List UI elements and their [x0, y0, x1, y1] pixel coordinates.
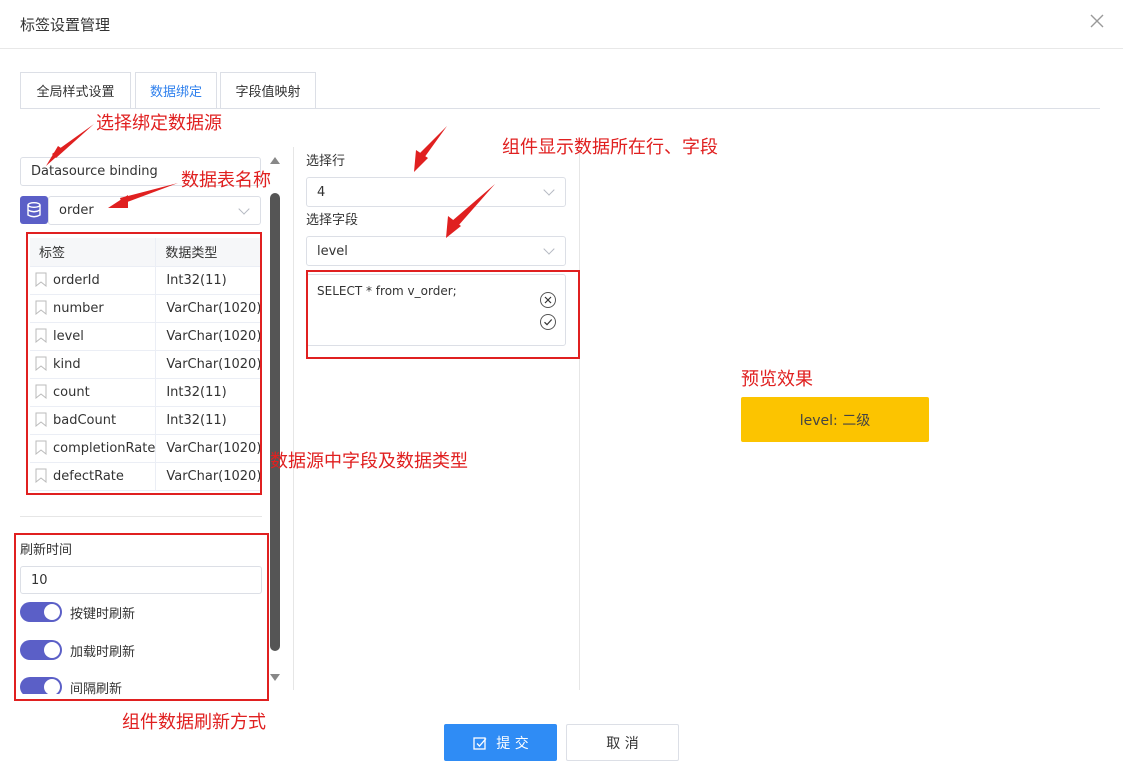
cancel-button[interactable]: 取 消: [566, 724, 679, 761]
cancel-label: 取 消: [606, 735, 639, 752]
edit-check-icon: [473, 736, 487, 750]
annotation-preview-effect: 预览效果: [741, 369, 813, 390]
annotation-refresh-mode: 组件数据刷新方式: [122, 712, 266, 733]
submit-label: 提 交: [496, 735, 529, 752]
annotation-arrow-row: [419, 126, 447, 158]
annotation-arrow-field: [452, 184, 495, 226]
annotation-arrow-datasource-head: [46, 146, 64, 166]
submit-button[interactable]: 提 交: [444, 724, 557, 761]
annotation-fields-types: 数据源中字段及数据类型: [270, 451, 468, 472]
annotation-table-name: 数据表名称: [181, 170, 271, 191]
annotation-select-datasource: 选择绑定数据源: [96, 113, 222, 134]
annotation-arrow-table: [120, 183, 178, 204]
annotation-row-field: 组件显示数据所在行、字段: [502, 137, 718, 158]
